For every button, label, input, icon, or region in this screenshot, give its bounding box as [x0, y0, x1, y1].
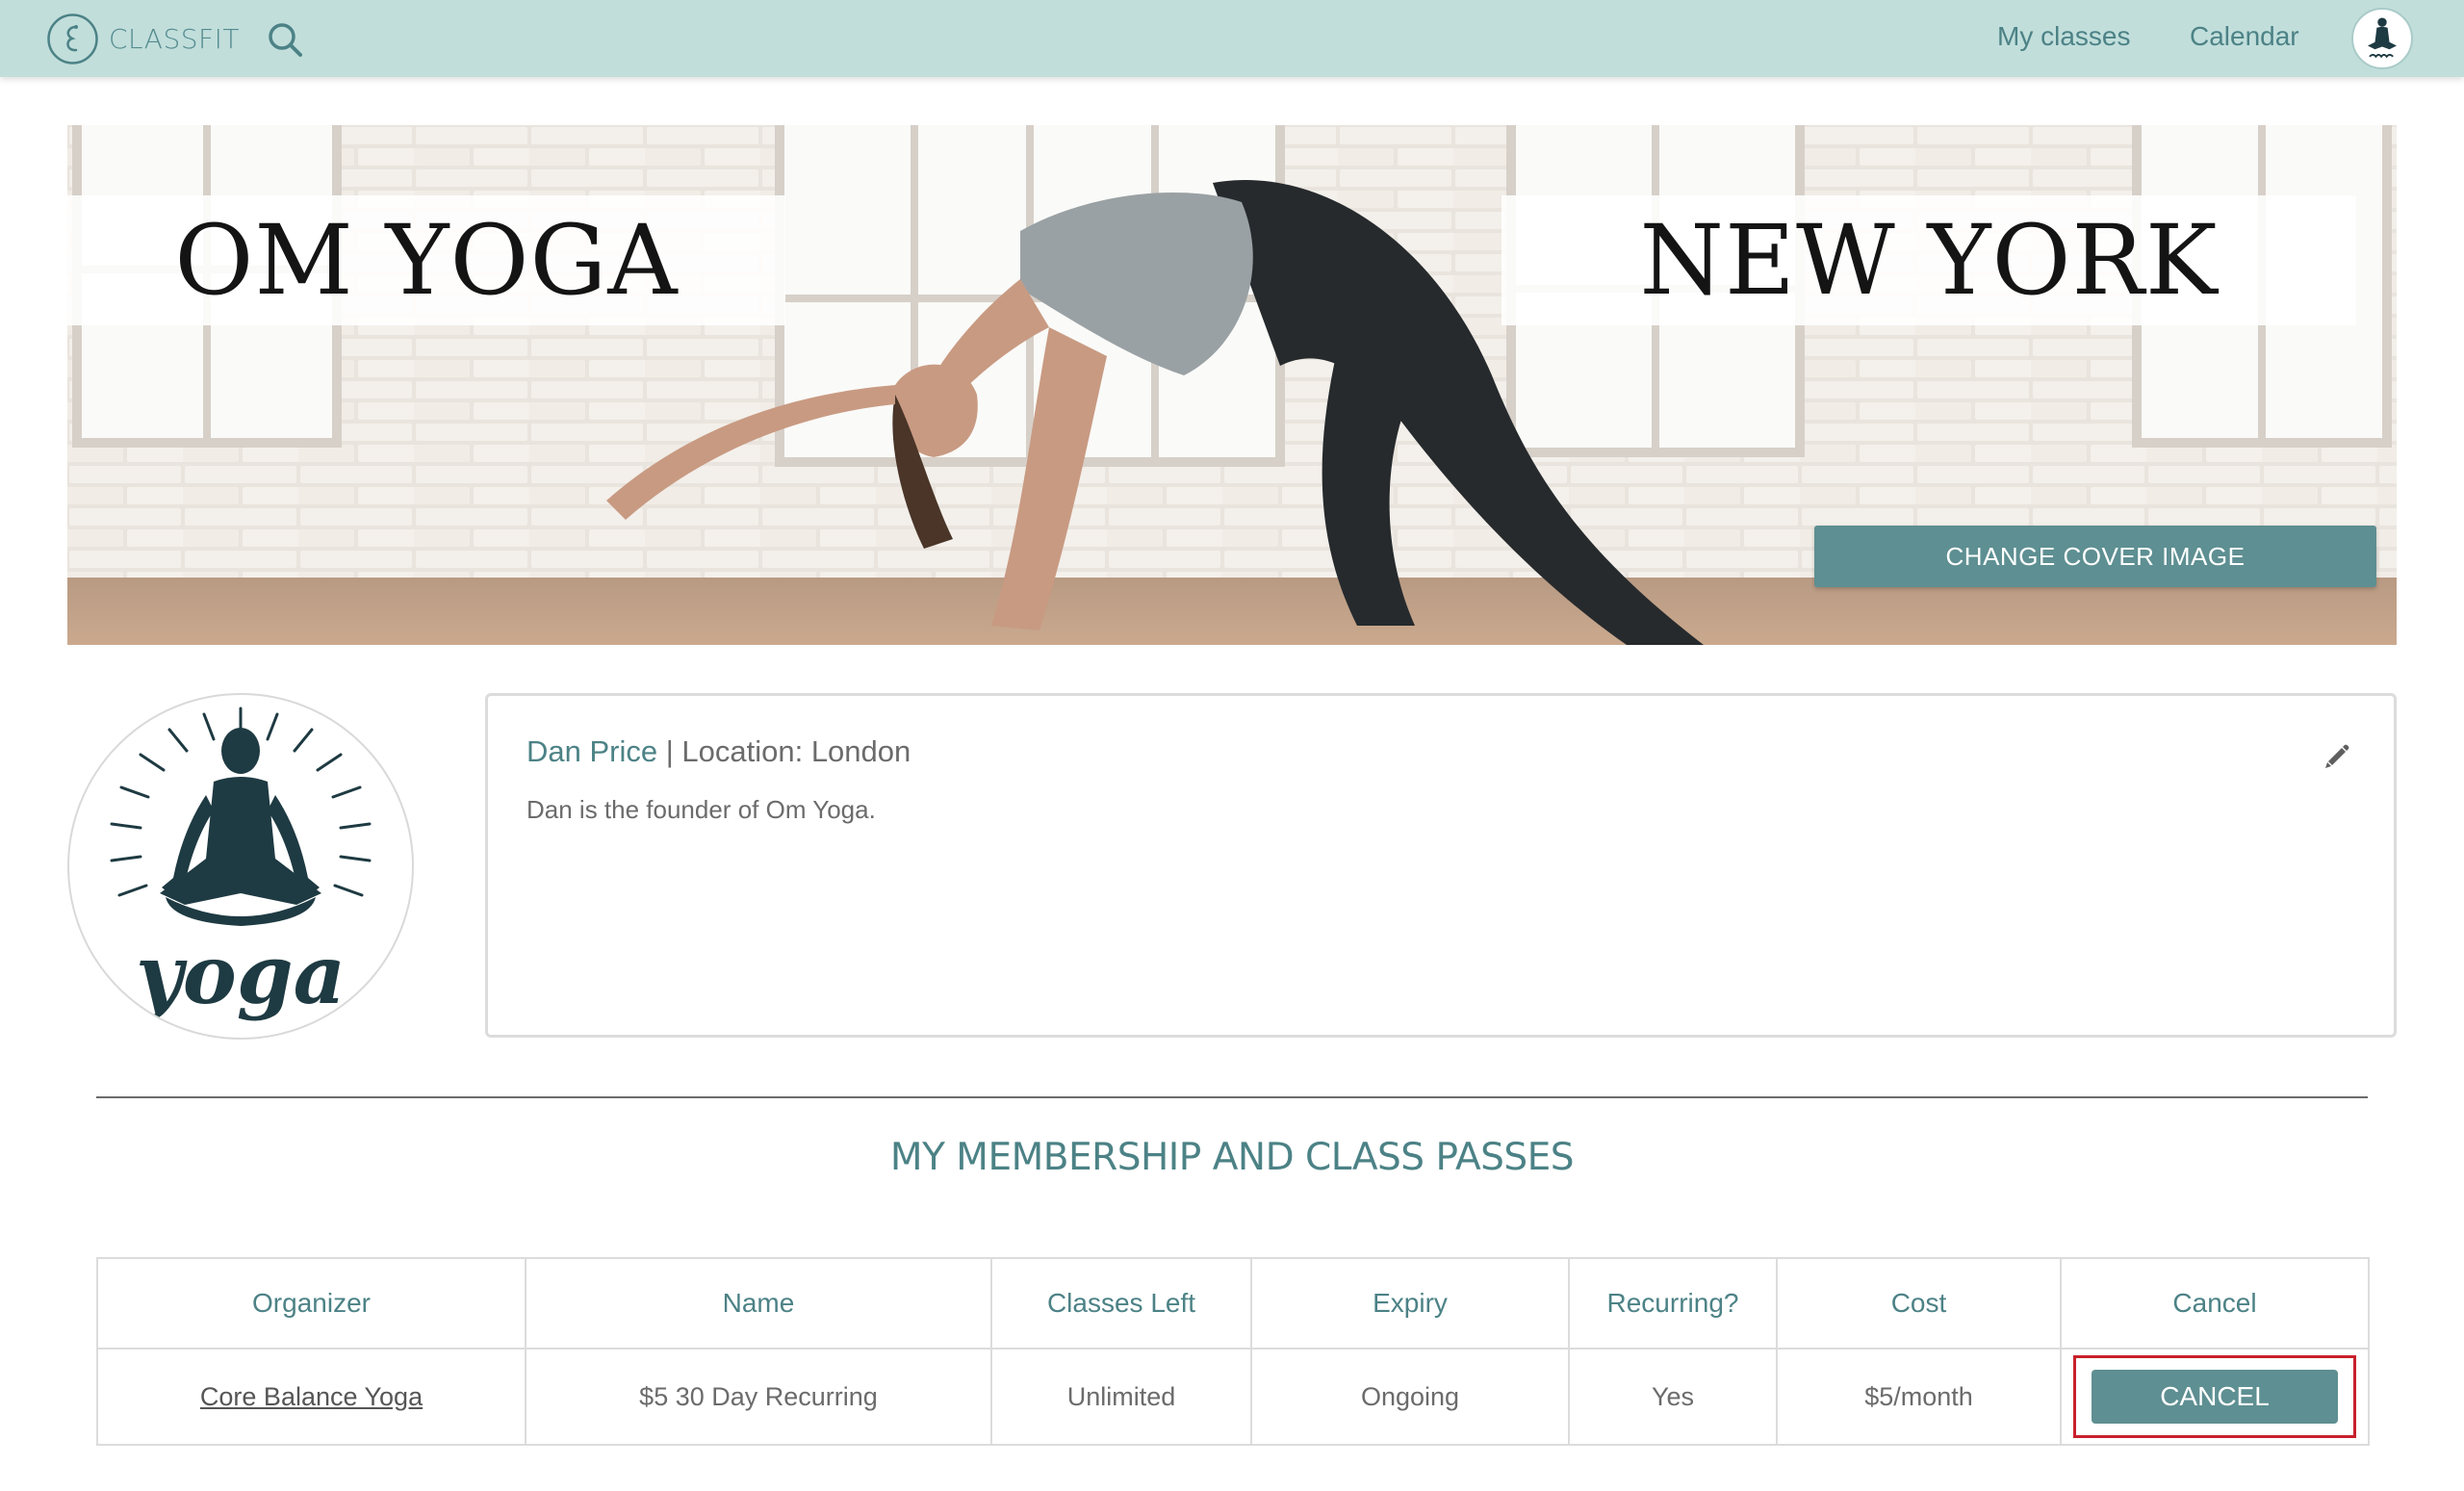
profile-name[interactable]: Dan Price — [526, 734, 657, 768]
classfit-logo-icon — [47, 13, 98, 64]
col-header-expiry: Expiry — [1250, 1257, 1570, 1350]
profile-separator: | — [657, 734, 682, 768]
organizer-link[interactable]: Core Balance Yoga — [200, 1382, 423, 1411]
yoga-avatar-icon — [2368, 17, 2397, 59]
section-divider — [96, 1096, 2368, 1098]
profile-avatar: yoga — [67, 693, 414, 1040]
cell-expiry: Ongoing — [1250, 1348, 1570, 1446]
col-header-cancel: Cancel — [2060, 1257, 2370, 1350]
user-avatar[interactable] — [2351, 8, 2413, 69]
brand[interactable]: CLASSFIT — [46, 13, 240, 65]
change-cover-image-button[interactable]: CHANGE COVER IMAGE — [1814, 526, 2376, 587]
col-header-classes-left: Classes Left — [990, 1257, 1252, 1350]
cover-title-left: OM YOGA — [67, 195, 785, 325]
table-header-row: Organizer Name Classes Left Expiry Recur… — [96, 1257, 2370, 1350]
cell-cost: $5/month — [1776, 1348, 2062, 1446]
profile-card: Dan Price | Location: London Dan is the … — [485, 693, 2397, 1038]
cell-organizer: Core Balance Yoga — [96, 1348, 526, 1446]
col-header-cost: Cost — [1776, 1257, 2062, 1350]
membership-table: Organizer Name Classes Left Expiry Recur… — [96, 1257, 2370, 1446]
profile-heading: Dan Price | Location: London — [526, 734, 911, 769]
top-navbar: CLASSFIT My classes Calendar — [0, 0, 2464, 77]
cell-recurring: Yes — [1568, 1348, 1778, 1446]
profile-location: Location: London — [681, 734, 911, 768]
yoga-logo-image: yoga — [110, 707, 372, 1022]
col-header-recurring: Recurring? — [1568, 1257, 1778, 1350]
cover-image: OM YOGA NEW YORK CHANGE COVER IMAGE — [67, 125, 2397, 645]
nav-my-classes-link[interactable]: My classes — [1997, 21, 2130, 52]
section-title: MY MEMBERSHIP AND CLASS PASSES — [889, 1136, 1575, 1179]
cell-cancel: CANCEL — [2060, 1348, 2370, 1446]
cell-classes-left: Unlimited — [990, 1348, 1252, 1446]
cancel-membership-button[interactable]: CANCEL — [2092, 1370, 2338, 1424]
search-icon[interactable] — [265, 19, 305, 60]
col-header-organizer: Organizer — [96, 1257, 526, 1350]
table-row: Core Balance Yoga $5 30 Day Recurring Un… — [96, 1348, 2370, 1446]
col-header-name: Name — [525, 1257, 992, 1350]
nav-calendar-link[interactable]: Calendar — [2190, 21, 2299, 52]
cancel-highlight: CANCEL — [2073, 1355, 2356, 1438]
cell-name: $5 30 Day Recurring — [525, 1348, 992, 1446]
pencil-edit-icon[interactable] — [2323, 740, 2353, 771]
profile-bio: Dan is the founder of Om Yoga. — [526, 795, 876, 824]
yoga-logo-text: yoga — [134, 927, 346, 1022]
cover-title-right: NEW YORK — [1502, 195, 2356, 325]
brand-name: CLASSFIT — [109, 23, 240, 55]
